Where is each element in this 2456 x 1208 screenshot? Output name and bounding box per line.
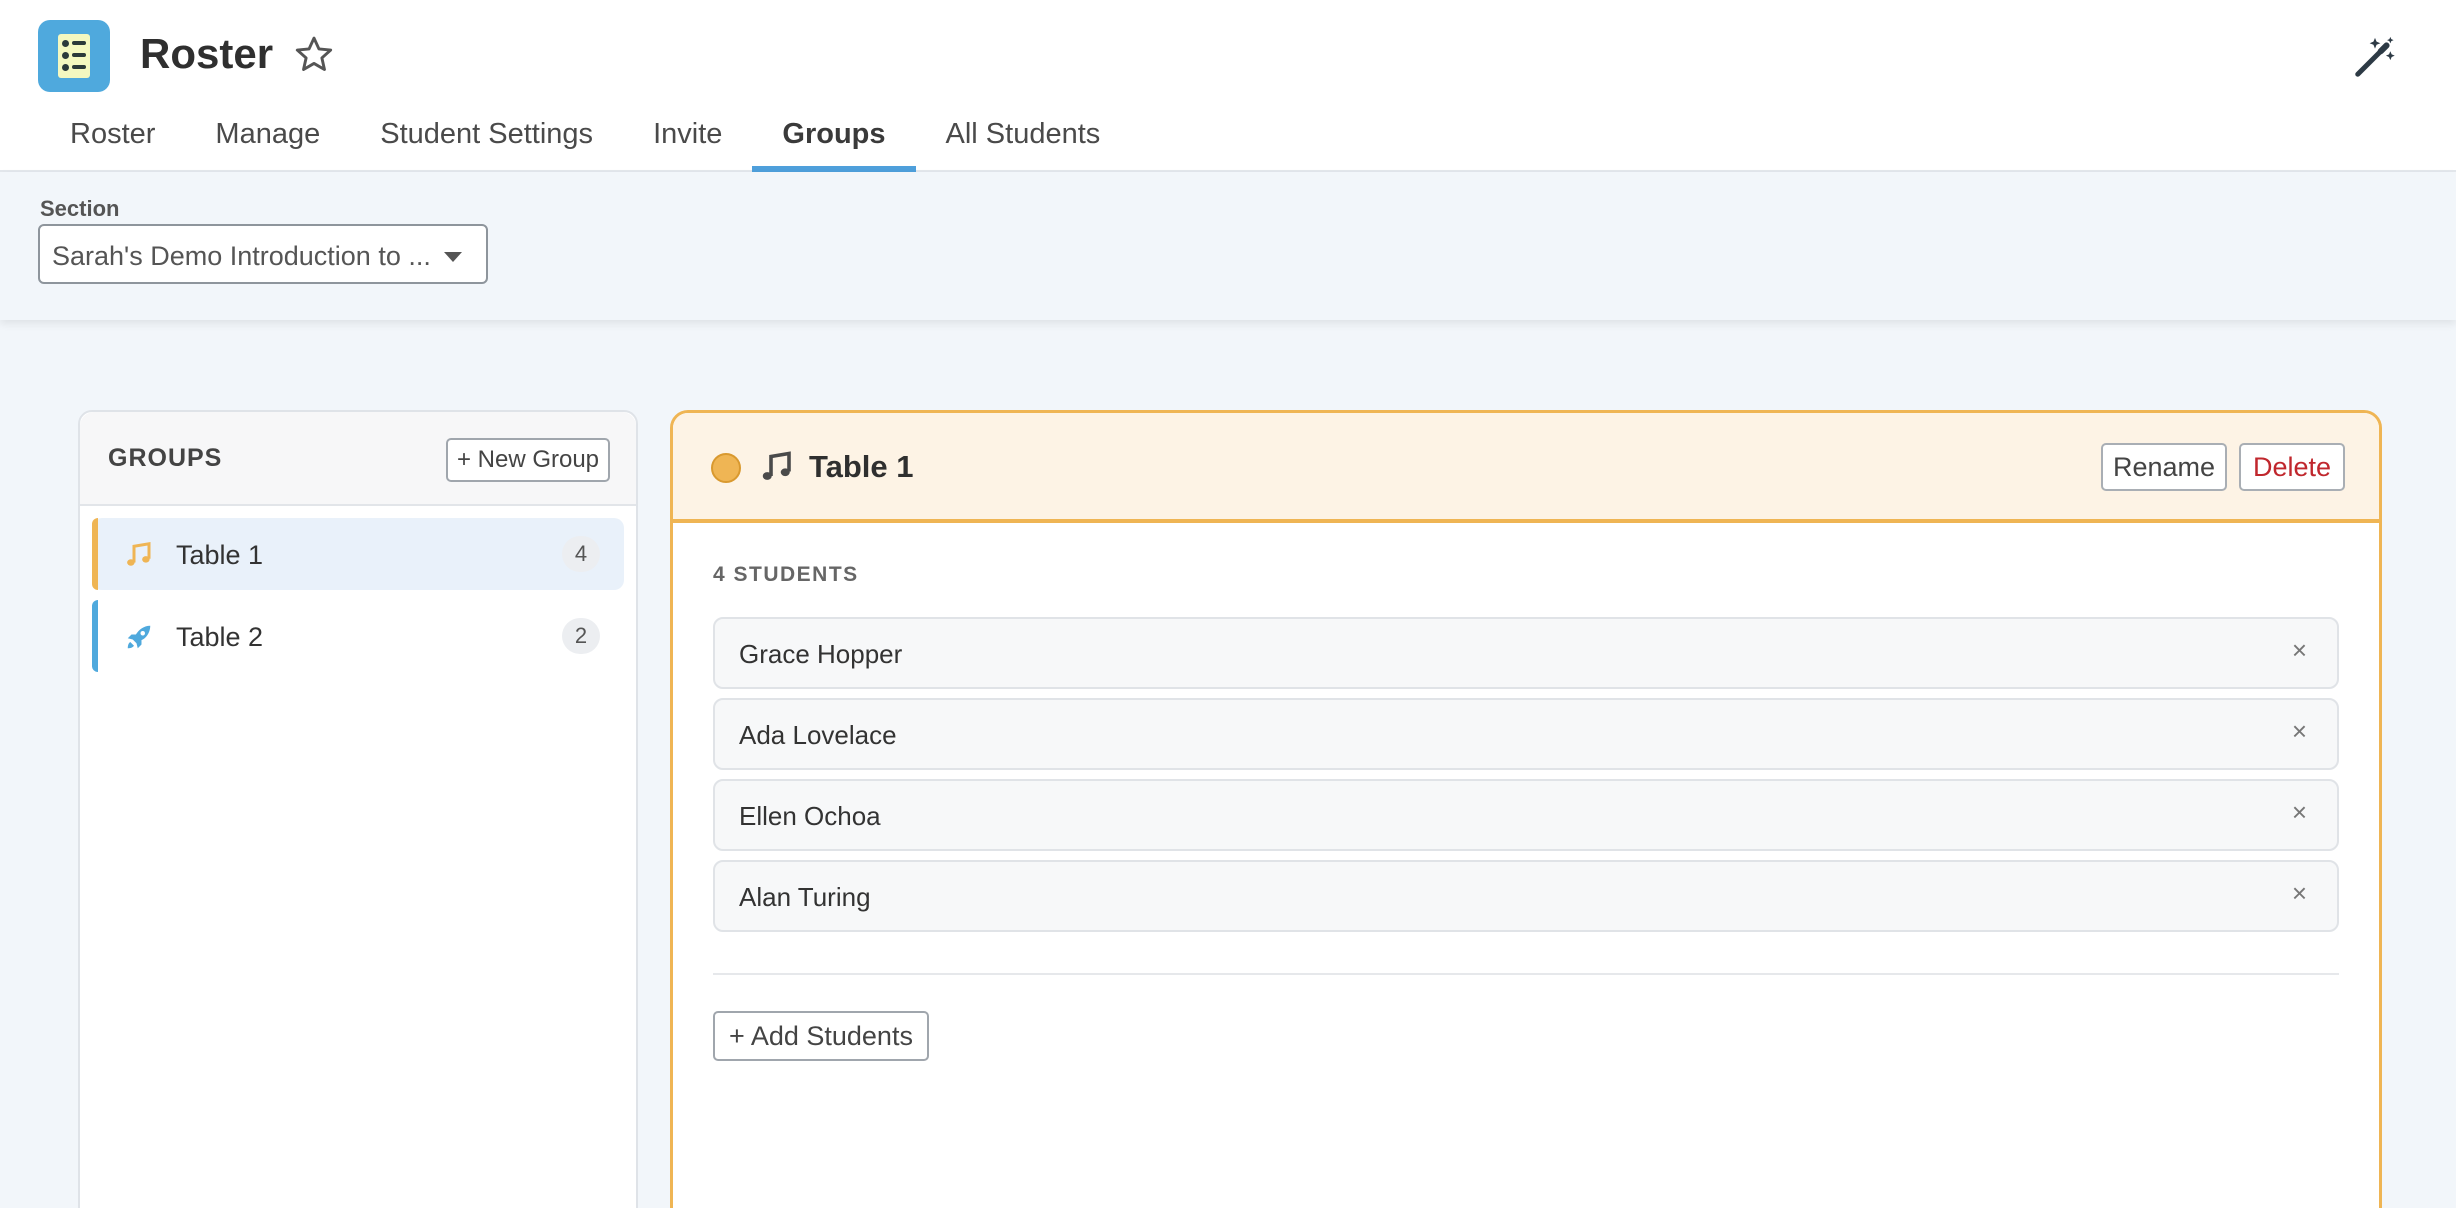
- chevron-down-icon: [444, 252, 462, 262]
- star-icon[interactable]: [292, 33, 336, 77]
- tab-manage[interactable]: Manage: [185, 104, 350, 172]
- student-name: Ellen Ochoa: [739, 801, 881, 831]
- tab-student-settings[interactable]: Student Settings: [350, 104, 623, 172]
- group-item-table-2[interactable]: Table 2 2: [92, 600, 624, 672]
- student-row: Alan Turing ×: [713, 860, 2339, 932]
- tab-bar: Roster Manage Student Settings Invite Gr…: [40, 104, 1130, 172]
- divider: [713, 973, 2339, 975]
- remove-student-button[interactable]: ×: [2292, 878, 2307, 909]
- app-header: Roster Roster Manage Student Settings In…: [0, 0, 2456, 172]
- group-item-label: Table 2: [176, 622, 264, 652]
- tab-invite[interactable]: Invite: [623, 104, 752, 172]
- new-group-button[interactable]: + New Group: [446, 438, 610, 482]
- rename-button[interactable]: Rename: [2101, 443, 2227, 491]
- roster-app-icon: [38, 20, 110, 92]
- add-students-button[interactable]: + Add Students: [713, 1011, 929, 1061]
- student-row: Ellen Ochoa ×: [713, 779, 2339, 851]
- page-title: Roster: [140, 30, 274, 77]
- music-note-icon: [762, 451, 791, 480]
- groups-panel-header: GROUPS + New Group: [80, 412, 636, 506]
- magic-wand-icon[interactable]: [2352, 34, 2398, 80]
- group-detail-title: Table 1: [809, 449, 914, 484]
- group-count-badge: 2: [562, 618, 600, 654]
- group-item-table-1[interactable]: Table 1 4: [92, 518, 624, 590]
- remove-student-button[interactable]: ×: [2292, 797, 2307, 828]
- student-row: Ada Lovelace ×: [713, 698, 2339, 770]
- remove-student-button[interactable]: ×: [2292, 635, 2307, 666]
- student-name: Ada Lovelace: [739, 720, 897, 750]
- group-detail-header: Table 1 Rename Delete: [673, 413, 2379, 523]
- delete-button[interactable]: Delete: [2239, 443, 2345, 491]
- section-select[interactable]: Sarah's Demo Introduction to ...: [38, 224, 488, 284]
- section-select-value: Sarah's Demo Introduction to ...: [52, 241, 431, 271]
- groups-panel: GROUPS + New Group Table 1 4 Table 2 2: [78, 410, 638, 1208]
- group-color-swatch[interactable]: [711, 453, 741, 483]
- student-row: Grace Hopper ×: [713, 617, 2339, 689]
- music-note-icon: [127, 541, 151, 566]
- student-name: Alan Turing: [739, 882, 871, 912]
- group-item-label: Table 1: [176, 540, 264, 570]
- section-label: Section: [40, 196, 120, 221]
- rocket-icon: [127, 625, 151, 649]
- student-name: Grace Hopper: [739, 639, 903, 669]
- groups-title: GROUPS: [108, 444, 223, 472]
- tab-all-students[interactable]: All Students: [916, 104, 1131, 172]
- students-count-label: 4 STUDENTS: [713, 563, 859, 586]
- remove-student-button[interactable]: ×: [2292, 716, 2307, 747]
- group-count-badge: 4: [562, 536, 600, 572]
- tab-groups[interactable]: Groups: [752, 104, 916, 172]
- tab-roster[interactable]: Roster: [40, 104, 185, 172]
- group-detail-panel: Table 1 Rename Delete 4 STUDENTS Grace H…: [670, 410, 2382, 1208]
